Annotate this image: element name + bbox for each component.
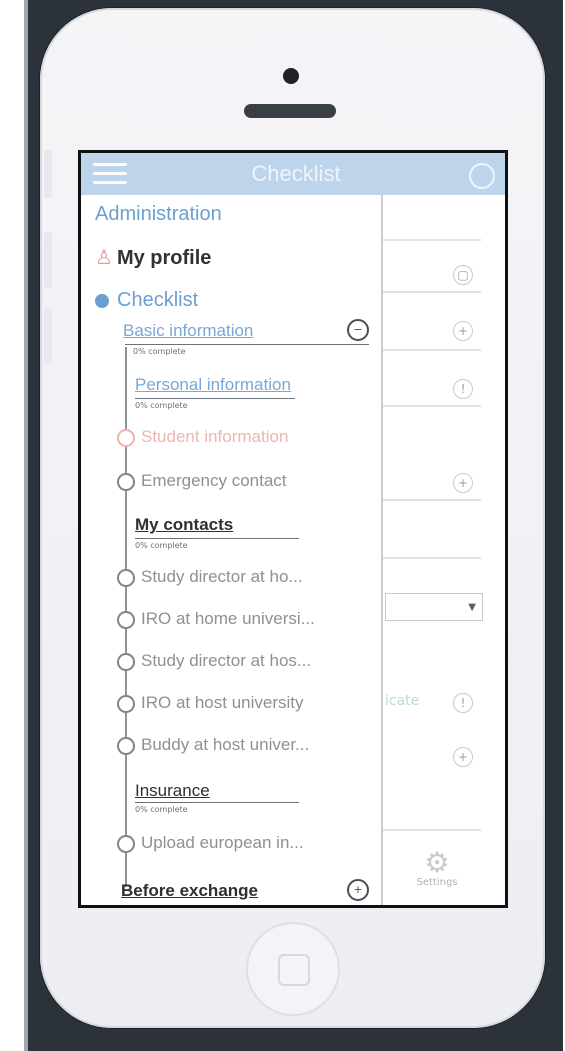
section-before-exchange[interactable]: Before exchange (121, 881, 258, 901)
status-ring-icon (117, 472, 135, 491)
checklist-item-iro-home[interactable]: IRO at home universi... (117, 609, 315, 629)
item-label: IRO at host university (141, 693, 304, 712)
front-camera (283, 68, 299, 84)
bg-row-icon[interactable]: ▢ (453, 265, 473, 285)
section-insurance[interactable]: Insurance (135, 781, 210, 801)
mute-switch (44, 150, 52, 198)
bg-divider (381, 405, 481, 407)
section-underline (135, 802, 299, 803)
checklist-item-study-director-home[interactable]: Study director at ho... (117, 567, 303, 587)
bg-divider (381, 829, 481, 831)
item-label: Buddy at host univer... (141, 735, 310, 754)
gear-icon: ⚙ (424, 846, 450, 879)
bg-row-icon[interactable]: ! (453, 379, 473, 399)
bg-divider (381, 349, 481, 351)
checklist-item-student-information[interactable]: Student information (117, 427, 288, 447)
item-label: Student information (141, 427, 289, 446)
user-icon: ♙ (95, 247, 113, 269)
section-progress: 0% complete (135, 541, 188, 550)
bg-dropdown[interactable]: ▼ (385, 593, 483, 621)
item-label: Emergency contact (141, 471, 287, 490)
bg-divider (381, 499, 481, 501)
item-label: IRO at home universi... (141, 609, 315, 628)
status-ring-icon (117, 428, 135, 447)
item-label: Study director at ho... (141, 567, 303, 586)
collapse-icon[interactable]: − (347, 319, 369, 341)
bg-divider (381, 557, 481, 559)
bg-row-icon[interactable]: + (453, 473, 473, 493)
bg-divider (381, 291, 481, 293)
dropdown-arrow-icon: ▼ (468, 602, 476, 613)
menu-icon[interactable] (93, 163, 127, 185)
bg-faint-text: icate (385, 693, 420, 709)
selected-dot-icon (95, 293, 109, 308)
drawer-item-checklist[interactable]: Checklist (95, 289, 198, 312)
navigation-drawer: Administration ♙ My profile Checklist Bas… (81, 195, 383, 905)
status-ring-icon (117, 694, 135, 713)
checklist-item-upload-european[interactable]: Upload european in... (117, 833, 304, 853)
status-ring-icon (117, 736, 135, 755)
phone-screen: Checklist ▢ + ! + ▼ icate ! + ⚙ Settings… (78, 150, 508, 908)
settings-tab[interactable]: ⚙ Settings (407, 846, 467, 889)
bg-row-icon[interactable]: ! (453, 693, 473, 713)
earpiece-speaker (244, 104, 336, 118)
section-underline (135, 398, 295, 399)
drawer-header-administration[interactable]: Administration (95, 203, 222, 226)
drawer-item-my-profile[interactable]: ♙ My profile (95, 245, 211, 270)
section-progress: 0% complete (135, 805, 188, 814)
volume-up-button (44, 232, 52, 288)
checklist-item-study-director-host[interactable]: Study director at hos... (117, 651, 311, 671)
home-square-icon (278, 954, 310, 986)
top-app-bar: Checklist (81, 153, 505, 195)
checklist-item-iro-host[interactable]: IRO at host university (117, 693, 304, 713)
checklist-item-emergency-contact[interactable]: Emergency contact (117, 471, 287, 491)
volume-down-button (44, 308, 52, 364)
status-ring-icon (117, 610, 135, 629)
my-profile-label: My profile (116, 247, 212, 269)
status-ring-icon (117, 834, 135, 853)
section-progress: 0% complete (133, 347, 186, 356)
checklist-item-buddy-host[interactable]: Buddy at host univer... (117, 735, 309, 755)
section-personal-information[interactable]: Personal information (135, 375, 291, 395)
item-label: Upload european in... (141, 833, 304, 852)
bg-divider (381, 239, 481, 241)
expand-icon[interactable]: + (347, 879, 369, 901)
section-my-contacts[interactable]: My contacts (135, 515, 233, 535)
page-title: Checklist (251, 161, 341, 186)
status-ring-icon (117, 652, 135, 671)
home-button[interactable] (246, 922, 340, 1016)
add-icon[interactable] (469, 163, 495, 189)
item-label: Study director at hos... (141, 651, 312, 670)
bg-row-icon[interactable]: + (453, 747, 473, 767)
section-basic-information[interactable]: Basic information (123, 321, 253, 341)
bg-row-icon[interactable]: + (453, 321, 473, 341)
status-ring-icon (117, 568, 135, 587)
section-underline (135, 538, 299, 539)
section-underline (125, 344, 369, 345)
settings-label: Settings (416, 877, 458, 888)
section-progress: 0% complete (135, 401, 188, 410)
checklist-label: Checklist (117, 289, 199, 311)
